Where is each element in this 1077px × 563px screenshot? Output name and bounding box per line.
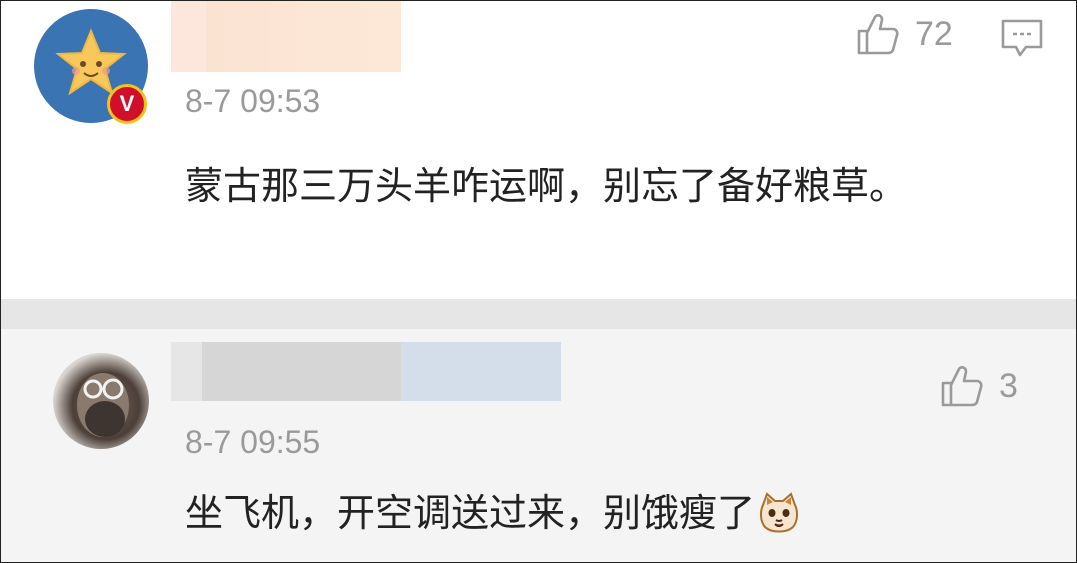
thumbs-up-icon — [857, 14, 899, 55]
comment-divider — [1, 299, 1076, 329]
comment-list: V 8-7 09:53 72 蒙古那三万头羊咋运啊，别忘了备好粮草。 8-7 0… — [0, 0, 1077, 563]
comment-timestamp: 8-7 09:53 — [185, 83, 321, 119]
cat-face-emoji-icon — [760, 492, 799, 533]
like-count: 3 — [999, 366, 1018, 405]
username-redacted[interactable] — [171, 342, 561, 401]
thumbs-up-icon — [941, 366, 983, 407]
comment-timestamp: 8-7 09:55 — [185, 424, 321, 460]
verified-badge: V — [107, 84, 147, 124]
like-button[interactable]: 3 — [939, 363, 1018, 409]
comment-item: V 8-7 09:53 72 蒙古那三万头羊咋运啊，别忘了备好粮草。 — [1, 1, 1076, 299]
avatar[interactable] — [53, 353, 149, 449]
like-count: 72 — [915, 14, 953, 53]
comment-text-content: 坐飞机，开空调送过来，别饿瘦了 — [185, 491, 756, 535]
portrait-avatar — [53, 353, 149, 449]
comment-text: 蒙古那三万头羊咋运啊，别忘了备好粮草。 — [185, 164, 908, 208]
username-redacted[interactable] — [171, 1, 401, 72]
like-button[interactable]: 72 — [855, 11, 953, 57]
comment-text: 坐飞机，开空调送过来，别饿瘦了 — [185, 485, 1045, 541]
reply-comment-icon[interactable] — [1000, 17, 1044, 59]
avatar[interactable]: V — [34, 9, 148, 124]
